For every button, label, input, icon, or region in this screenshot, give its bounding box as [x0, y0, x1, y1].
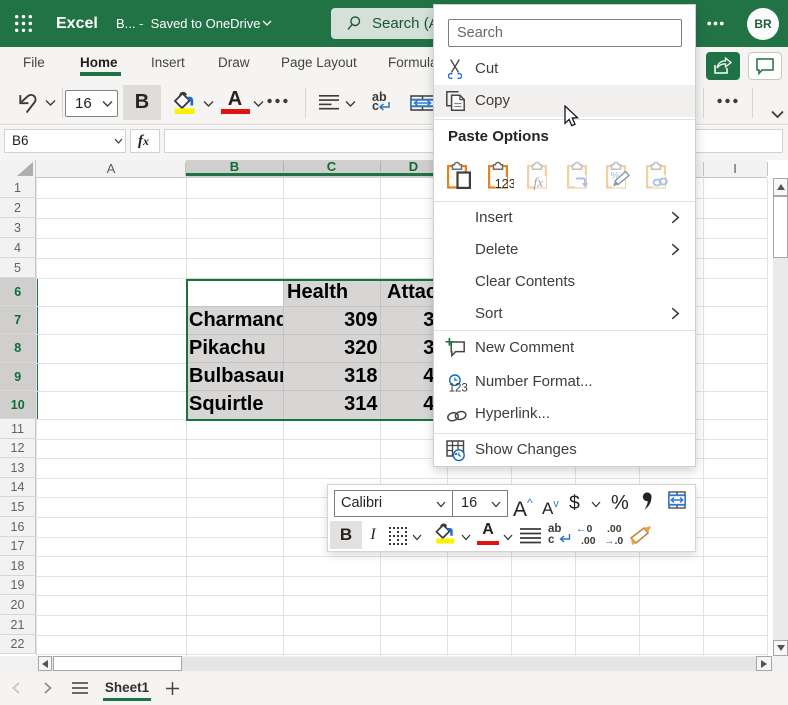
svg-text:123: 123 [449, 383, 468, 393]
svg-text:123: 123 [494, 177, 513, 190]
svg-text:fx: fx [534, 175, 544, 190]
